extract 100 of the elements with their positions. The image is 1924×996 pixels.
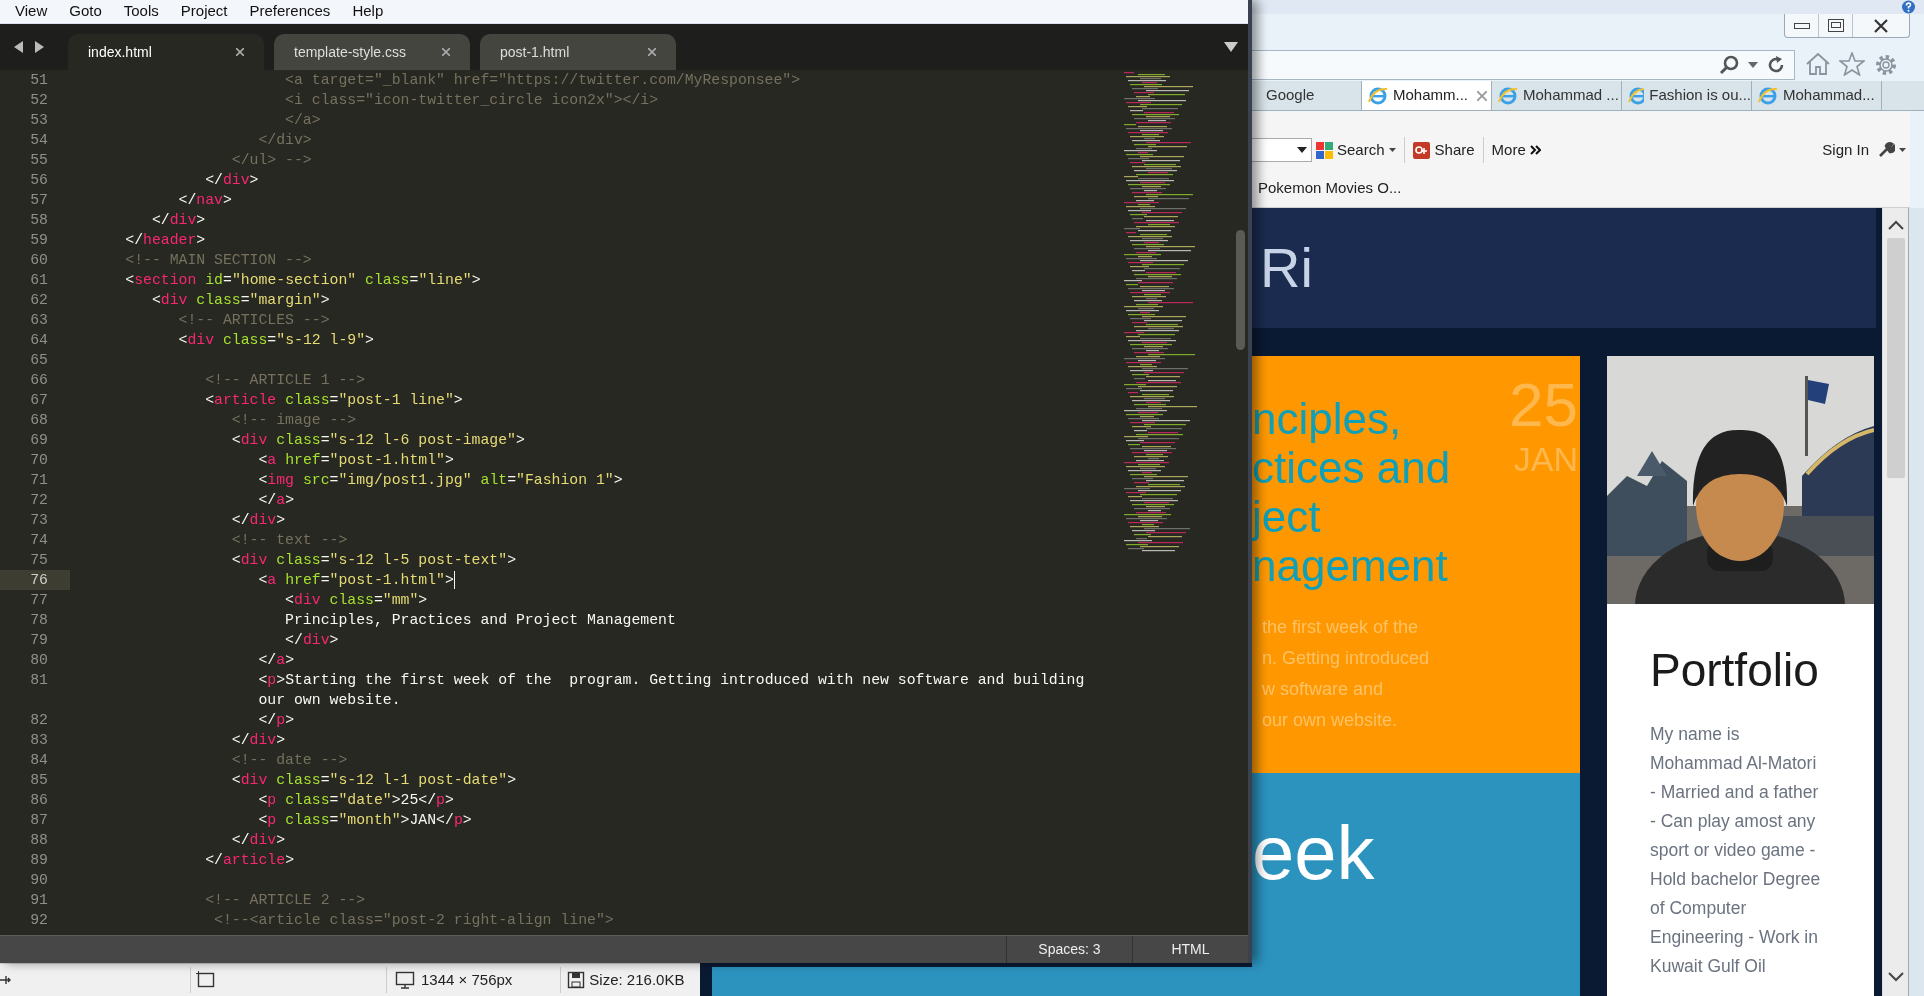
scroll-up-icon[interactable]	[1887, 220, 1904, 230]
save-icon	[567, 971, 586, 989]
selection-icon[interactable]	[196, 971, 216, 989]
menu-item[interactable]: Tools	[112, 0, 170, 23]
code-line[interactable]: </a>	[72, 490, 294, 510]
browser-tab[interactable]: Mohammad...	[1752, 81, 1882, 110]
line-number: 87	[29, 811, 48, 830]
line-number: 85	[29, 771, 48, 790]
line-number: 68	[29, 411, 48, 430]
home-icon[interactable]	[1805, 52, 1831, 76]
close-icon[interactable]	[236, 48, 244, 56]
scrollbar-thumb[interactable]	[1886, 238, 1905, 478]
scroll-down-icon[interactable]	[1887, 972, 1904, 982]
line-number: 81	[29, 671, 48, 690]
line-number: 82	[29, 711, 48, 730]
code-line[interactable]: </article>	[72, 850, 294, 870]
code-line[interactable]: </header>	[72, 230, 206, 250]
refresh-icon[interactable]	[1766, 55, 1786, 75]
dropdown-icon[interactable]	[1224, 42, 1238, 52]
menu-item[interactable]: Preferences	[238, 0, 342, 23]
wrench-icon[interactable]	[1877, 141, 1895, 159]
help-icon[interactable]	[1901, 0, 1916, 14]
line-number: 83	[29, 731, 48, 750]
scrollbar[interactable]	[1882, 208, 1908, 996]
line-number: 92	[29, 911, 48, 930]
code-line[interactable]: <p class="month">JAN</p>	[72, 810, 472, 830]
caret-icon	[1899, 148, 1906, 152]
editor-tab[interactable]: post-1.html	[480, 34, 676, 70]
code-line[interactable]: </div>	[72, 210, 206, 230]
menu-item[interactable]: Help	[341, 0, 395, 23]
menu-item[interactable]: Goto	[58, 0, 113, 23]
line-number: 67	[29, 391, 48, 410]
line-number: 52	[29, 91, 48, 110]
line-number: 51	[29, 71, 48, 90]
back-icon[interactable]	[14, 41, 24, 53]
line-number: 55	[29, 151, 48, 170]
search-logo-icon	[1316, 141, 1333, 159]
search-icon[interactable]	[1718, 54, 1740, 76]
close-icon[interactable]	[442, 48, 450, 56]
browser-tab[interactable]: Mohammad ...	[1492, 81, 1622, 110]
menu-item[interactable]: View	[4, 0, 59, 23]
code-line[interactable]: <a href="post-1.html">	[72, 450, 454, 470]
syntax-setting[interactable]: HTML	[1133, 939, 1248, 960]
favorite-link[interactable]: Pokemon Movies O...	[1258, 176, 1402, 200]
code-line[interactable]: </nav>	[72, 190, 232, 210]
close-icon[interactable]	[648, 48, 656, 56]
sign-in-button[interactable]: Sign In	[1822, 138, 1869, 162]
line-number: 72	[29, 491, 48, 510]
forward-icon[interactable]	[34, 41, 44, 53]
code-line[interactable]: <div class="mm">	[72, 590, 428, 610]
line-number: 54	[29, 131, 48, 150]
browser-tab[interactable]: Mohamm...	[1362, 81, 1492, 110]
code-line[interactable]: Principles, Practices and Project Management	[72, 610, 676, 630]
code-line[interactable]: <div class="s-12 l-1 post-date">	[72, 770, 516, 790]
code-line[interactable]: </div>	[72, 730, 286, 750]
code-line[interactable]: </div>	[72, 630, 339, 650]
close-icon[interactable]	[1477, 90, 1487, 101]
caret-icon[interactable]	[1748, 62, 1758, 68]
code-line[interactable]: </a>	[72, 650, 294, 670]
code-line[interactable]: <div class="s-12 l-9">	[72, 330, 374, 350]
line-number: 60	[29, 251, 48, 270]
file-size: Size: 216.0KB	[589, 969, 685, 990]
line-number: 73	[29, 511, 48, 530]
line-number: 56	[29, 171, 48, 190]
menu-item[interactable]: Project	[169, 0, 239, 23]
code-line[interactable]: <div class="s-12 l-6 post-image">	[72, 430, 525, 450]
code-line[interactable]: <img src="img/post1.jpg" alt="Fashion 1">	[72, 470, 623, 490]
code-line[interactable]: <a href="post-1.html">	[72, 570, 454, 590]
code-line[interactable]: <p>Starting the first week of the program. Getting introduced with new software and building	[72, 670, 1085, 690]
search-engine-field[interactable]	[1252, 138, 1312, 162]
code-line[interactable]: <div class="margin">	[72, 290, 330, 310]
share-button[interactable]: Share	[1412, 138, 1475, 162]
post-excerpt: the first week of the n. Getting introduced w software and our own website.	[1261, 616, 1431, 732]
indentation-setting[interactable]: Spaces: 3	[1007, 939, 1132, 960]
editor-tab[interactable]: template-style.css	[274, 34, 470, 70]
text-cursor	[453, 571, 455, 589]
code-line[interactable]: <p class="date">25</p>	[72, 790, 454, 810]
star-icon[interactable]	[1839, 52, 1865, 76]
code-line[interactable]: </div>	[72, 510, 286, 530]
code-line[interactable]: <article class="post-1 line">	[72, 390, 463, 410]
editor-tab[interactable]: index.html	[68, 34, 264, 70]
code-line[interactable]: <section id="home-section" class="line">	[72, 270, 481, 290]
search-button[interactable]: Search	[1316, 138, 1385, 162]
close-icon	[1873, 18, 1889, 33]
code-line[interactable]: <div class="s-12 l-5 post-text">	[72, 550, 516, 570]
browser-tab[interactable]: Fashion is ou...	[1622, 81, 1752, 110]
settings-icon[interactable]	[1873, 52, 1899, 78]
line-number: 74	[29, 531, 48, 550]
more-button[interactable]: More	[1491, 138, 1541, 162]
line-number: 70	[29, 451, 48, 470]
code-line[interactable]: </div>	[72, 830, 286, 850]
code-line[interactable]: </div>	[72, 170, 259, 190]
code-line[interactable]: our own website.	[72, 690, 401, 710]
line-number: 69	[29, 431, 48, 450]
line-number: 76	[29, 571, 48, 590]
caret-icon	[1388, 148, 1396, 152]
code-line[interactable]: </p>	[72, 710, 294, 730]
line-number: 86	[29, 791, 48, 810]
scrollbar-thumb[interactable]	[1235, 230, 1245, 350]
line-number: 66	[29, 371, 48, 390]
